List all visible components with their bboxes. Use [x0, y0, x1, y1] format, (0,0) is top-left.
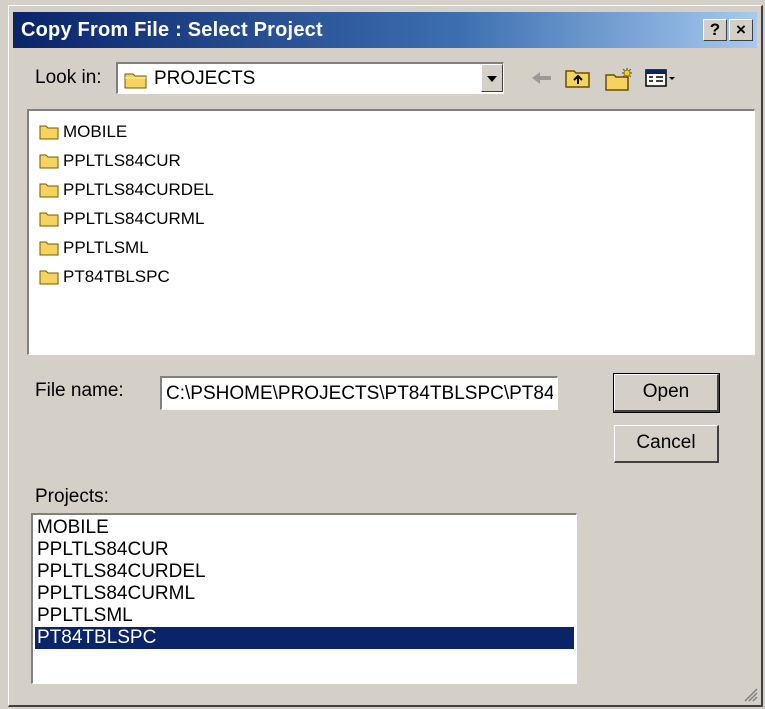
- title-bar[interactable]: Copy From File : Select Project ? ×: [13, 12, 757, 48]
- project-list-item[interactable]: PPLTLS84CURDEL: [35, 561, 574, 583]
- resize-grip-icon[interactable]: [742, 686, 758, 702]
- folder-icon: [39, 241, 59, 256]
- file-name-text: PPLTLS84CUR: [63, 151, 181, 170]
- file-name-text: PPLTLS84CURML: [63, 209, 205, 228]
- file-name-text: PT84TBLSPC: [63, 267, 170, 286]
- project-list-item-selected[interactable]: PT84TBLSPC: [35, 627, 574, 649]
- window-title: Copy From File : Select Project: [21, 19, 323, 41]
- project-list-item[interactable]: PPLTLS84CURML: [35, 583, 574, 605]
- help-button[interactable]: ?: [703, 19, 727, 41]
- folder-icon: [124, 73, 147, 89]
- file-name-text: PPLTLSML: [63, 238, 149, 257]
- file-name-text: MOBILE: [63, 122, 128, 141]
- back-arrow-icon[interactable]: [529, 66, 555, 90]
- projects-list[interactable]: MOBILE PPLTLS84CUR PPLTLS84CURDEL PPLTLS…: [31, 513, 577, 684]
- chevron-down-icon[interactable]: [481, 64, 503, 92]
- look-in-label: Look in:: [35, 67, 102, 88]
- project-list-item[interactable]: MOBILE: [35, 517, 574, 539]
- close-button[interactable]: ×: [729, 19, 753, 41]
- look-in-dropdown[interactable]: PROJECTS: [116, 62, 504, 94]
- folder-icon: [39, 183, 59, 198]
- project-list-item[interactable]: PPLTLSML: [35, 605, 574, 627]
- projects-label: Projects:: [35, 486, 109, 507]
- file-name-text: PPLTLS84CURDEL: [63, 180, 214, 199]
- file-name-label: File name:: [35, 380, 124, 401]
- dialog-window: Copy From File : Select Project ? × Look…: [8, 5, 763, 707]
- view-menu-icon[interactable]: [644, 66, 678, 90]
- open-button[interactable]: Open: [613, 373, 720, 413]
- file-name-input[interactable]: [160, 376, 558, 410]
- cancel-button[interactable]: Cancel: [614, 425, 719, 463]
- folder-icon: [39, 270, 59, 285]
- folder-icon: [39, 125, 59, 140]
- look-in-value: PROJECTS: [154, 68, 256, 89]
- folder-icon: [39, 154, 59, 169]
- project-list-item[interactable]: PPLTLS84CUR: [35, 539, 574, 561]
- file-list[interactable]: MOBILE PPLTLS84CUR PPLTLS84CURDEL PPLTLS…: [27, 109, 755, 355]
- folder-icon: [39, 212, 59, 227]
- up-folder-icon[interactable]: [564, 66, 592, 90]
- new-folder-icon[interactable]: [604, 66, 634, 92]
